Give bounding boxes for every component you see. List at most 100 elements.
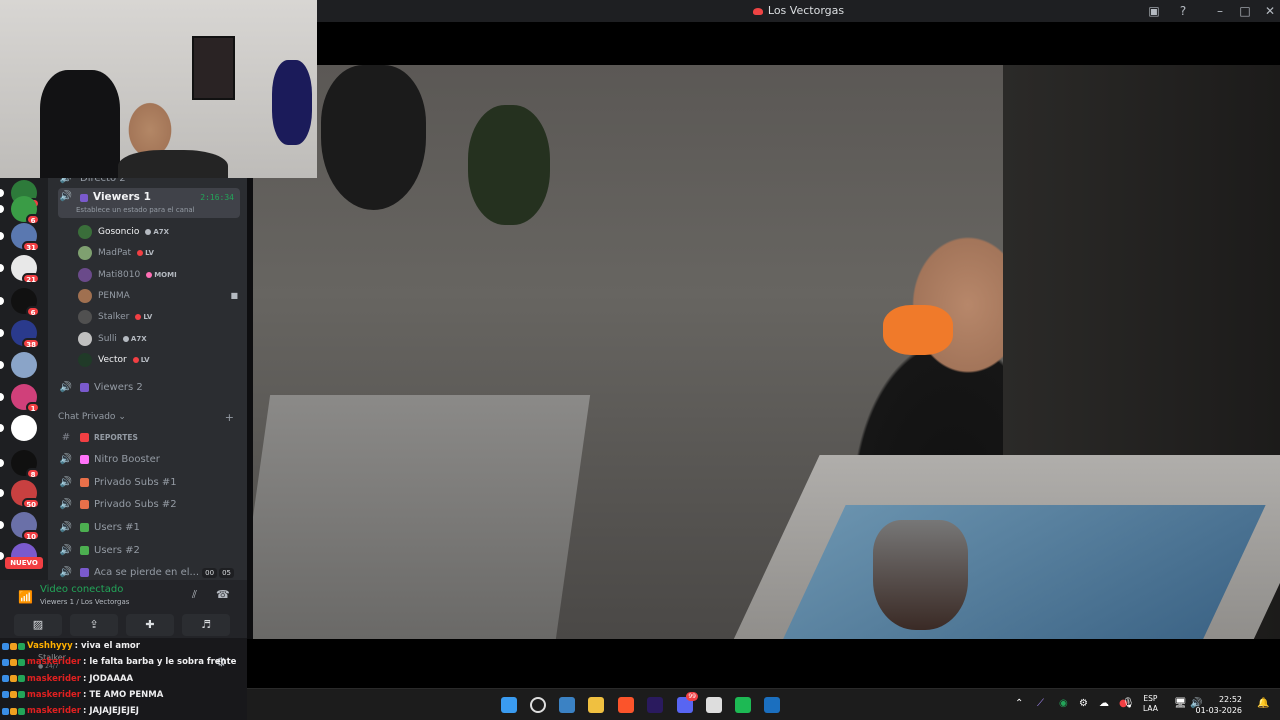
channel-name: Privado Subs #2 [94,499,177,511]
unread-pill [0,189,4,197]
channel-emoji [80,477,89,487]
channel-emoji [80,545,89,555]
channel-item[interactable]: 🔊 Users #2 [58,540,240,560]
speaker-icon: 🔊 [59,476,73,488]
chat-badges [2,691,25,699]
channel-item[interactable]: 🔊 Privado Subs #2 [58,495,240,515]
voice-user[interactable]: Vector LV [78,351,238,369]
avatar [78,267,92,282]
channel-emoji [80,522,89,532]
clan-tag: LV [137,249,154,257]
new-badge[interactable]: NUEVO [5,557,43,569]
file-explorer-icon[interactable] [588,697,604,713]
noise-suppression-icon[interactable]: ⫽ [192,588,197,602]
channel-emoji [80,568,89,578]
speaker-icon: 🔊 [59,567,73,579]
voice-user[interactable]: Stalker LV [78,308,238,326]
window-titlebar: Los Vectorgas ▣ ? – □ ✕ [317,0,1280,22]
channel-item[interactable]: # REPORTES [58,427,240,447]
signal-icon[interactable]: 📶 [18,590,33,604]
voice-user[interactable]: Mati8010 MOMI [78,266,238,284]
search-icon[interactable] [530,697,546,713]
server-icon[interactable]: 50 [11,480,40,509]
windows-taskbar: 99 ⌃ ⟋ ◉ ⚙ ☁ ● 🎙 ESP LAA 🖥 🔊 22:52 01-03… [247,688,1280,720]
server-icon[interactable]: 21 [11,255,40,284]
server-icon[interactable]: 10 [11,512,40,541]
obs-icon[interactable] [706,697,722,713]
server-icon[interactable]: 6 [11,196,40,225]
chat-username[interactable]: maskerider [27,690,81,700]
chat-text: : TE AMO PENMA [83,689,164,700]
chat-username[interactable]: maskerider [27,674,81,684]
voice-user[interactable]: Sulli A7X [78,330,238,348]
server-icon[interactable]: 6 [11,288,40,317]
channel-emoji [80,382,89,392]
maximize-icon[interactable]: □ [1237,3,1253,19]
clock[interactable]: 22:52 01-03-2026 [1196,694,1243,716]
server-icon[interactable] [11,415,37,441]
server-icon[interactable]: 31 [11,223,40,252]
voice-location[interactable]: Viewers 1 / Los Vectorgas [40,598,129,606]
channel-name: Users #2 [94,544,140,556]
server-icon[interactable] [11,352,37,378]
brave-icon[interactable] [618,697,634,713]
server-icon[interactable]: 8 [11,450,40,479]
screen-share-button[interactable]: ⇪ [70,614,118,636]
language-indicator[interactable]: ESP LAA [1143,694,1158,714]
server-icon[interactable]: 1 [11,384,40,413]
steam-icon[interactable] [764,697,780,713]
channel-status[interactable]: Establece un estado para el canal [76,206,195,214]
steam-tray-icon[interactable]: ⚙ [1079,698,1088,709]
unread-pill [0,552,4,560]
tray-app-icon[interactable]: ⟋ [1037,698,1044,709]
minimize-icon[interactable]: – [1212,3,1228,19]
unread-pill [0,489,4,497]
voice-user[interactable]: MadPat LV [78,244,238,262]
help-icon[interactable]: ? [1175,3,1191,19]
speaker-icon: 🔊 [59,381,73,393]
close-icon[interactable]: ✕ [1262,3,1278,19]
microphone-icon[interactable]: 🎙 [1122,698,1135,709]
unread-pill [0,424,4,432]
screen-share-video[interactable] [253,65,1280,639]
badge-icon [18,675,25,683]
server-icon[interactable]: 38 [11,320,40,349]
username: Mati8010 [98,269,141,280]
mention-badge: 1 [26,402,40,413]
spotify-icon[interactable] [735,697,751,713]
voice-user[interactable]: PENMA ■ [78,287,238,305]
chat-username[interactable]: Vashhyyy [27,641,73,651]
chat-message: maskerider: le falta barba y le sobra fr… [2,654,236,670]
chat-username[interactable]: maskerider [27,706,81,716]
notifications-icon[interactable]: 🔔 [1257,698,1269,709]
discord-icon[interactable]: 99 [677,692,698,713]
notification-badge: 99 [686,692,698,701]
voice-user[interactable]: Gosoncio A7X [78,223,238,241]
add-channel-icon[interactable]: + [225,411,234,424]
clan-tag: A7X [122,335,147,343]
category-chat-privado[interactable]: Chat Privado ⌄ + [58,411,240,424]
channel-item[interactable]: 🔊 Users #1 [58,517,240,537]
camera-off-button[interactable]: ▨ [14,614,62,636]
channel-item[interactable]: 🔊 Nitro Booster [58,450,240,470]
chat-username[interactable]: maskerider [27,657,81,667]
chat-text: : viva el amor [74,641,140,651]
channel-viewers-1[interactable]: 🔊 Viewers 1 2:16:34 Establece un estado … [58,188,240,218]
tray-app-icon[interactable]: ◉ [1059,698,1068,709]
widgets-icon[interactable] [559,697,575,713]
channel-emoji [80,455,89,465]
activities-button[interactable]: ✚ [126,614,174,636]
speaker-icon: 🔊 [59,544,73,556]
clan-tag: A7X [145,228,169,236]
premiere-icon[interactable] [647,697,663,713]
soundboard-button[interactable]: ♬ [182,614,230,636]
channel-viewers-2[interactable]: 🔊 Viewers 2 [58,377,240,397]
cloud-icon[interactable]: ☁ [1099,698,1109,709]
channel-item[interactable]: 🔊 Privado Subs #1 [58,472,240,492]
network-icon[interactable]: 🖥 [1174,698,1187,709]
badge-icon [2,642,9,650]
disconnect-icon[interactable]: ☎ [216,588,230,601]
windows-start-icon[interactable] [501,697,517,713]
chevron-up-icon[interactable]: ⌃ [1015,698,1023,709]
inbox-icon[interactable]: ▣ [1146,3,1162,19]
